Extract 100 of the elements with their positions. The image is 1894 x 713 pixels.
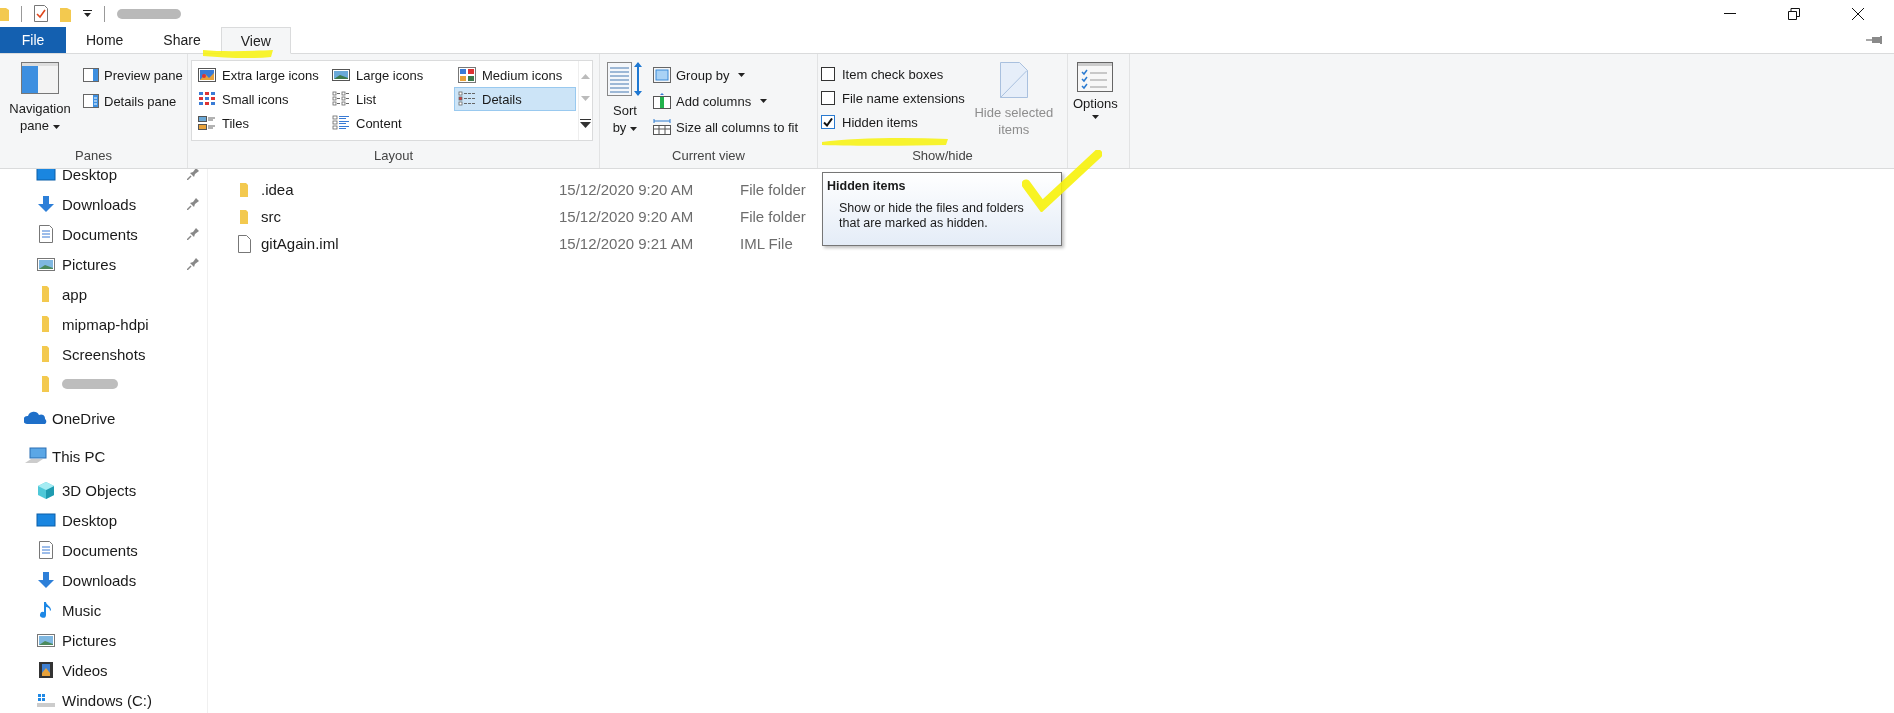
nav-label: Downloads — [62, 195, 137, 213]
picture-icon — [36, 631, 56, 649]
nav-item[interactable]: Windows (C:) — [0, 685, 207, 713]
group-label: Show/hide — [912, 147, 973, 165]
nav-item[interactable]: Pictures — [0, 625, 207, 655]
folder-icon — [42, 376, 49, 392]
nav-label: Documents — [62, 225, 138, 243]
checkbox-option[interactable]: Item check boxes — [821, 64, 965, 84]
file-name: gitAgain.iml — [261, 235, 340, 252]
nav-item[interactable]: Downloads — [0, 189, 207, 219]
layout-option[interactable]: Content — [328, 111, 454, 135]
nav-label: mipmap-hdpi — [62, 315, 149, 333]
nav-item[interactable]: Videos — [0, 655, 207, 685]
layout-option[interactable]: Details — [454, 87, 576, 111]
checkbox-option[interactable]: Hidden items — [821, 112, 965, 132]
layout-option[interactable]: Medium icons — [454, 63, 576, 87]
details-pane-button[interactable]: Details pane — [80, 89, 186, 113]
navigation-pane-button[interactable]: Navigation pane — [3, 59, 77, 147]
properties-icon[interactable] — [34, 5, 48, 22]
nav-item[interactable]: Desktop — [0, 505, 207, 535]
file-type: File folder — [740, 181, 806, 198]
nav-item[interactable]: 3D Objects — [0, 475, 207, 505]
nav-label: This PC — [52, 447, 106, 465]
checkbox-option[interactable]: File name extensions — [821, 88, 965, 108]
preview-pane-button[interactable]: Preview pane — [80, 63, 186, 87]
folder-icon — [240, 209, 248, 224]
checkbox[interactable] — [821, 91, 835, 105]
file-date: 15/12/2020 9:20 AM — [559, 208, 695, 225]
file-name: src — [261, 208, 282, 225]
file-date: 15/12/2020 9:20 AM — [559, 181, 695, 198]
layout-option[interactable]: List — [328, 87, 454, 111]
file-tab[interactable]: File — [0, 27, 66, 53]
preview-pane-icon — [83, 68, 99, 82]
nav-item[interactable]: app — [0, 279, 207, 309]
nav-label: OneDrive — [52, 409, 116, 427]
pin-icon[interactable] — [1866, 36, 1882, 44]
nav-label: Videos — [62, 661, 108, 679]
nav-label: Screenshots — [62, 345, 146, 363]
ribbon-tab[interactable]: Home — [66, 27, 144, 53]
layout-option[interactable]: Tiles — [194, 111, 328, 135]
sort-icon — [607, 62, 643, 96]
tooltip-text: Show or hide the files and folders that are marked as hidden. — [838, 201, 1025, 231]
group-label: Current view — [672, 147, 745, 165]
restore-icon[interactable] — [1788, 7, 1800, 20]
add-columns-button[interactable]: Add columns — [650, 89, 802, 113]
close-icon[interactable] — [1852, 7, 1864, 20]
cloud-icon — [24, 409, 48, 427]
cube-icon — [36, 481, 56, 499]
checkbox[interactable] — [821, 115, 835, 129]
tiles-icon — [198, 115, 216, 131]
nav-item[interactable]: mipmap-hdpi — [0, 309, 207, 339]
layout-option[interactable]: Large icons — [328, 63, 454, 87]
caret-icon[interactable] — [83, 9, 92, 18]
nav-label: Pictures — [62, 255, 117, 273]
document-icon — [36, 225, 56, 243]
sort-by-button[interactable]: Sort by — [603, 59, 647, 147]
nav-label: Desktop — [62, 169, 118, 183]
nav-item[interactable]: OneDrive — [0, 399, 207, 437]
layout-option[interactable]: Extra large icons — [194, 63, 328, 87]
redaction-mark — [117, 8, 181, 19]
list-icon — [332, 91, 350, 107]
nav-item[interactable]: This PC — [0, 437, 207, 475]
caret-icon — [1091, 115, 1099, 119]
nav-item[interactable]: Music — [0, 595, 207, 625]
details-icon — [458, 91, 476, 107]
file-row[interactable]: src 15/12/2020 9:20 AM File folder — [208, 203, 806, 230]
nav-item[interactable]: Pictures — [0, 249, 207, 279]
ribbon-tab[interactable]: Share — [143, 27, 221, 53]
file-icon — [238, 234, 251, 253]
options-button[interactable]: Options — [1071, 59, 1120, 168]
group-by-button[interactable]: Group by — [650, 63, 802, 87]
download-icon — [36, 195, 56, 213]
content-icon — [332, 115, 350, 131]
folder-icon — [42, 286, 49, 302]
nav-item[interactable]: Documents — [0, 535, 207, 565]
group-by-icon — [653, 67, 671, 83]
grid-icon — [198, 91, 216, 107]
nav-item[interactable]: Downloads — [0, 565, 207, 595]
nav-item[interactable]: Screenshots — [0, 339, 207, 369]
nav-item[interactable]: Desktop — [0, 169, 207, 189]
nav-label: 3D Objects — [62, 481, 137, 499]
nav-label: Pictures — [62, 631, 117, 649]
size-columns-button[interactable]: Size all columns to fit — [650, 115, 802, 139]
grid-icon — [458, 67, 476, 83]
nav-label: Downloads — [62, 571, 137, 589]
file-name: .idea — [261, 181, 295, 198]
download-icon — [36, 571, 56, 589]
tooltip-title: Hidden items — [827, 179, 907, 193]
file-row[interactable]: gitAgain.iml 15/12/2020 9:21 AM IML File — [208, 230, 793, 257]
caret-icon — [630, 126, 638, 131]
navigation-pane-icon — [21, 62, 59, 94]
file-type: File folder — [740, 208, 806, 225]
checkbox[interactable] — [821, 67, 835, 81]
nav-item[interactable]: Documents — [0, 219, 207, 249]
expand-gallery-icon[interactable] — [580, 118, 591, 128]
document-icon — [36, 541, 56, 559]
file-row[interactable]: .idea 15/12/2020 9:20 AM File folder — [208, 176, 806, 203]
group-label: Layout — [373, 147, 413, 165]
picture-icon — [332, 67, 350, 83]
layout-option[interactable]: Small icons — [194, 87, 328, 111]
